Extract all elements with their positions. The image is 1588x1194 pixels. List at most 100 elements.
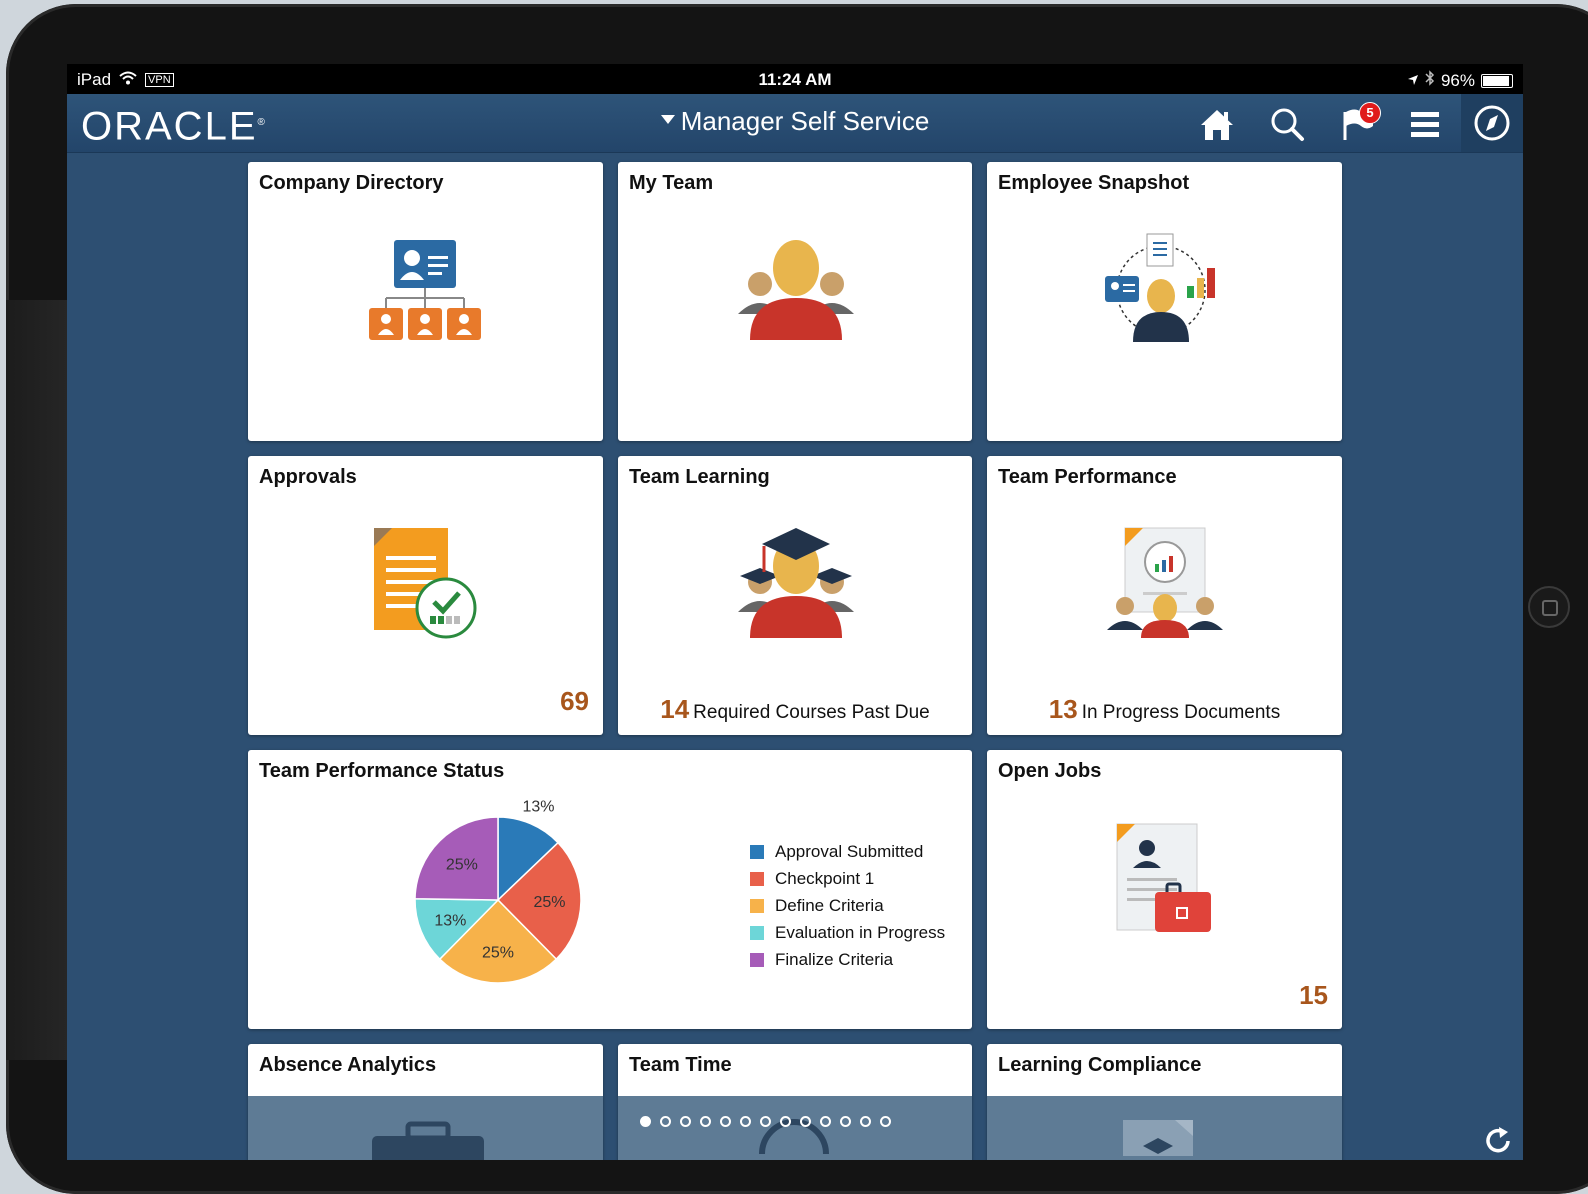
legend-label: Checkpoint 1 [775,868,875,888]
tile-title: Company Directory [259,172,444,194]
legend-item[interactable]: Define Criteria [750,892,945,919]
bluetooth-icon [1425,70,1435,91]
carousel-dot[interactable] [880,1116,891,1127]
carousel-dot[interactable] [720,1116,731,1127]
tile-open-jobs[interactable]: Open Jobs 15 [987,750,1342,1029]
legend-swatch [750,925,764,940]
pie-slice-label: 25% [446,856,478,873]
tile-title: Employee Snapshot [998,172,1190,194]
carousel-dot[interactable] [700,1116,711,1127]
legend-item[interactable]: Approval Submitted [750,838,945,865]
tile-title: Team Performance Status [259,760,505,782]
search-icon [1271,108,1304,141]
legend-label: Evaluation in Progress [775,922,946,942]
carousel-dot[interactable] [740,1116,751,1127]
tile-title: Approvals [259,466,357,488]
carousel-dot[interactable] [760,1116,771,1127]
tile-company-directory[interactable]: Company Directory [248,162,603,441]
pie-slice-label: 13% [523,798,555,815]
carousel-dot[interactable] [840,1116,851,1127]
app-header: ORACLE® Manager Self Service 5 [67,94,1523,153]
navbar-button[interactable] [1461,94,1523,152]
team-learning-count: 14 [660,694,690,724]
employee-snapshot-icon [1105,233,1215,342]
tile-team-learning[interactable]: Team Learning 14 Required Courses Past Du… [618,456,972,735]
chart-legend: Approval Submitted Checkpoint 1 Define Cri… [750,838,945,973]
carousel-dot[interactable] [860,1116,871,1127]
device-home-button[interactable] [1528,586,1570,628]
tile-preview [987,1096,1342,1160]
team-performance-icon [1107,527,1223,638]
carousel-dots[interactable] [640,1116,891,1127]
legend-label: Finalize Criteria [775,949,894,969]
carousel-dot[interactable] [660,1116,671,1127]
briefcase-icon [372,1121,484,1160]
pie-chart: 13% 25% 25% 13% 25% [414,798,582,984]
caret-down-icon [660,114,675,124]
team-performance-label: In Progress Documents [1081,702,1281,723]
legend-label: Define Criteria [775,895,884,915]
tile-title: Learning Compliance [998,1054,1202,1076]
legend-item[interactable]: Evaluation in Progress [750,919,945,946]
open-jobs-count: 15 [1299,980,1328,1010]
notification-badge: 5 [1359,102,1381,124]
legend-label: Approval Submitted [775,841,924,861]
tile-title: Team Learning [629,466,770,488]
battery-percent: 96% [1440,70,1475,90]
home-icon [1201,110,1233,140]
legend-swatch [750,844,764,859]
location-icon [1407,71,1419,91]
legend-item[interactable]: Finalize Criteria [750,946,945,973]
team-learning-footer: 14 Required Courses Past Due [618,694,972,725]
home-button[interactable] [1197,104,1237,144]
carousel-dot[interactable] [800,1116,811,1127]
team-learning-label: Required Courses Past Due [693,702,930,723]
tile-team-time[interactable]: Team Time [618,1044,972,1160]
approval-document-icon [374,528,477,639]
pie-slice-label: 25% [533,894,565,911]
battery-icon [1481,73,1513,88]
hamburger-menu-icon [1411,112,1439,137]
refresh-icon[interactable] [1481,1124,1515,1158]
menu-button[interactable] [1405,104,1445,144]
notifications-button[interactable]: 5 [1337,102,1381,144]
team-performance-count: 13 [1048,694,1078,724]
tile-employee-snapshot[interactable]: Employee Snapshot [987,162,1342,441]
tile-title: Open Jobs [998,760,1102,782]
approvals-count: 69 [560,686,589,716]
status-time: 11:24 AM [758,70,832,89]
carousel-dot[interactable] [680,1116,691,1127]
device-screen: iPad VPN 11:24 AM 96% ORACLE® Manager Se… [67,64,1523,1160]
tile-team-performance[interactable]: Team Performance 13 In Progress Documents [987,456,1342,735]
carousel-dot[interactable] [640,1116,651,1127]
pie-slice-label: 13% [434,913,466,930]
legend-item[interactable]: Checkpoint 1 [750,865,945,892]
tile-title: Absence Analytics [259,1054,437,1076]
job-posting-icon [1116,823,1211,932]
tile-learning-compliance[interactable]: Learning Compliance [987,1044,1342,1160]
compass-icon [1472,103,1512,143]
compliance-document-icon [1123,1120,1193,1156]
search-button[interactable] [1267,104,1307,144]
tile-title: My Team [629,172,714,194]
tile-approvals[interactable]: Approvals 69 [248,456,603,735]
status-bar: iPad VPN 11:24 AM 96% [67,64,1523,94]
legend-swatch [750,952,764,967]
carousel-dot[interactable] [780,1116,791,1127]
legend-swatch [750,871,764,886]
graduation-team-icon [738,528,854,638]
page-title-text: Manager Self Service [680,106,930,136]
carousel-dot[interactable] [820,1116,831,1127]
bezel-shade [6,300,68,1060]
pie-slice-label: 25% [482,944,514,961]
tile-preview [618,1096,972,1160]
tile-my-team[interactable]: My Team [618,162,972,441]
team-icon [738,240,854,340]
tile-team-performance-status[interactable]: Team Performance Status 13% 25% 25% 13% 25% … [248,750,972,1029]
org-chart-icon [369,240,481,340]
tile-title: Team Time [629,1054,732,1076]
tile-preview [248,1096,603,1160]
tile-absence-analytics[interactable]: Absence Analytics [248,1044,603,1160]
tile-title: Team Performance [998,466,1177,488]
team-performance-footer: 13 In Progress Documents [987,694,1342,725]
